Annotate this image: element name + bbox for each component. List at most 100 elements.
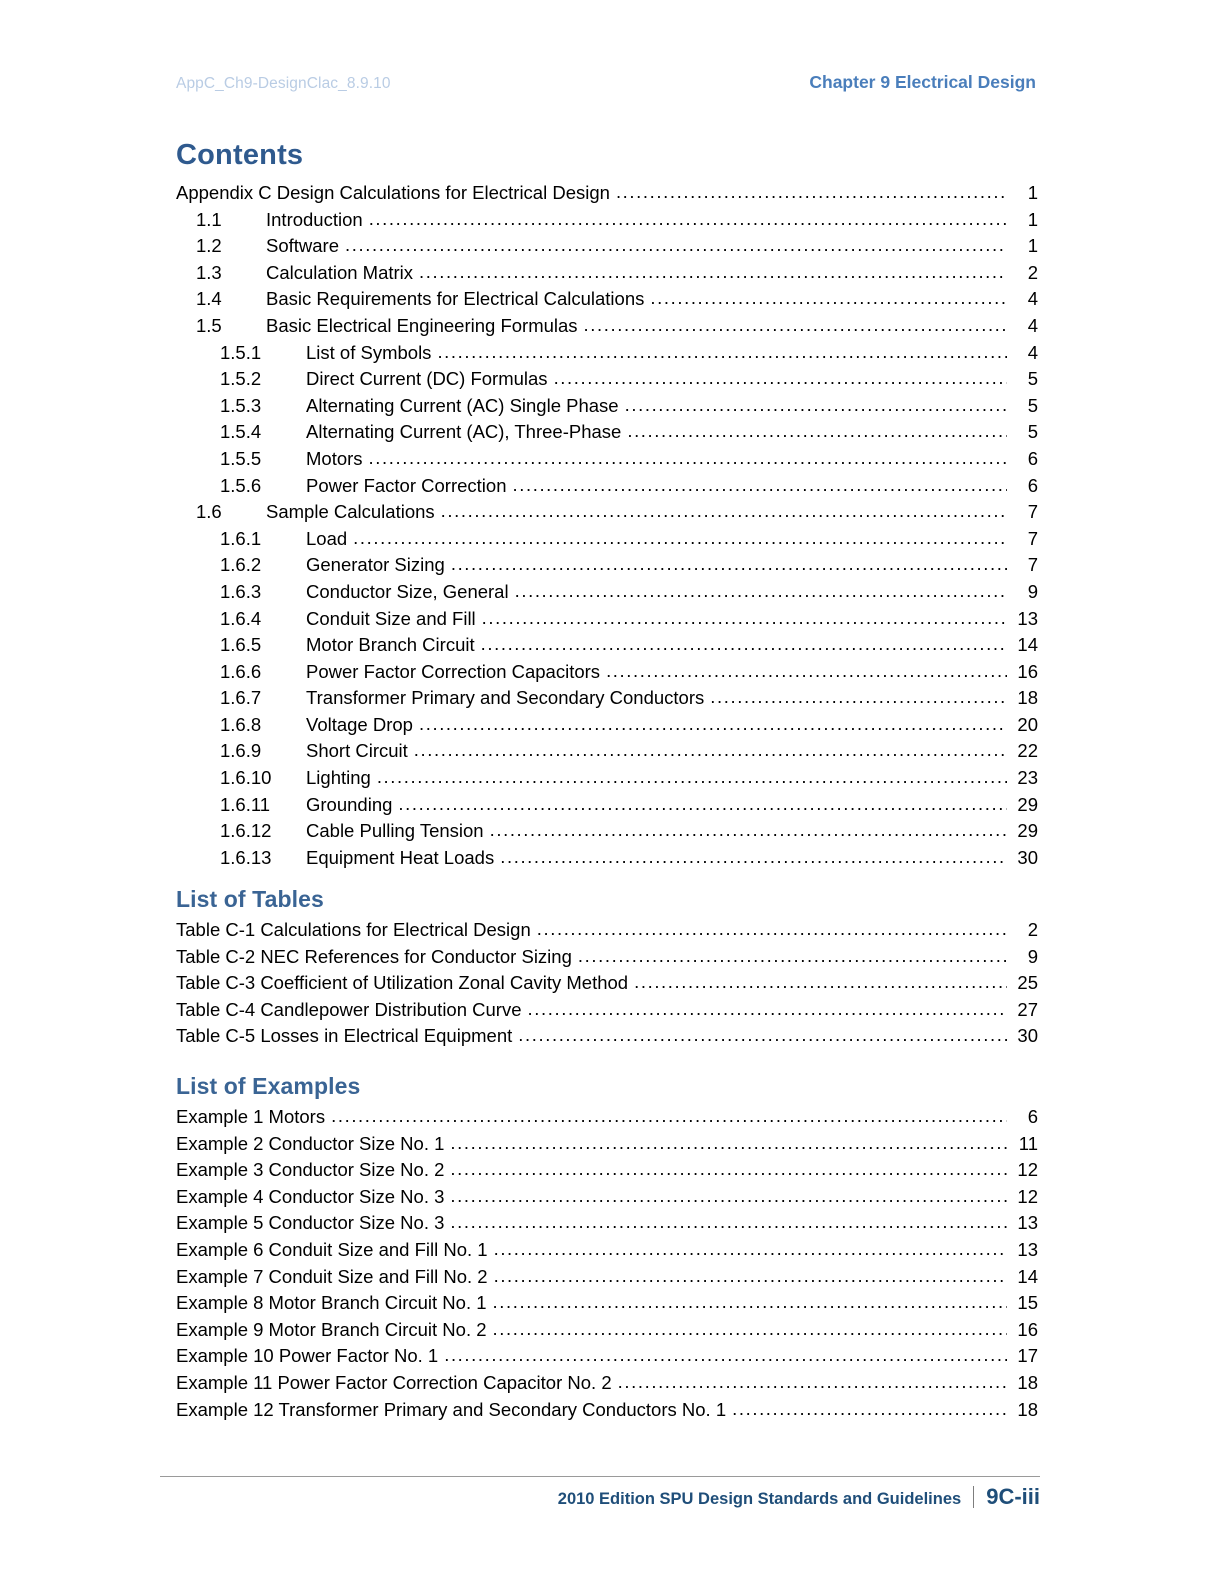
toc-leader-dots: ........................................…	[419, 260, 1007, 282]
toc-entry[interactable]: 1.5.4 Alternating Current (AC), Three-Pha…	[176, 419, 1038, 446]
toc-entry[interactable]: Table C-5 Losses in Electrical Equipment…	[176, 1023, 1038, 1050]
toc-leader-dots: ........................................…	[493, 1237, 1007, 1259]
toc-entry[interactable]: 1.6.7 Transformer Primary and Secondary C…	[176, 685, 1038, 712]
toc-entry-page-number: 29	[1017, 793, 1038, 815]
toc-entry-page-number: 9	[1027, 945, 1038, 967]
toc-entry[interactable]: 1.4 Basic Requirements for Electrical Cal…	[176, 286, 1038, 313]
toc-leader-dots: ........................................…	[450, 553, 1007, 575]
toc-entry[interactable]: 1.6.3 Conductor Size, General............…	[176, 579, 1038, 606]
toc-entry[interactable]: Example 1 Motors........................…	[176, 1104, 1038, 1131]
toc-contents-list: Appendix C Design Calculations for Elect…	[176, 180, 1038, 871]
toc-entry[interactable]: 1.6.13 Equipment Heat Loads..............…	[176, 845, 1038, 872]
toc-entry[interactable]: 1.6.6 Power Factor Correction Capacitors.…	[176, 659, 1038, 686]
toc-entry-page-number: 9	[1027, 580, 1038, 602]
toc-entry-page-number: 7	[1027, 527, 1038, 549]
toc-entry-page-number: 25	[1017, 972, 1038, 994]
toc-entry-number: 1.6.3	[220, 580, 262, 602]
toc-entry-page-number: 5	[1027, 421, 1038, 443]
toc-entry[interactable]: Example 9 Motor Branch Circuit No. 2....…	[176, 1317, 1038, 1344]
toc-entry-page-number: 12	[1017, 1159, 1038, 1181]
toc-leader-dots: ........................................…	[480, 633, 1007, 655]
toc-entry[interactable]: Example 3 Conductor Size No. 2..........…	[176, 1157, 1038, 1184]
toc-examples-list: Example 1 Motors........................…	[176, 1104, 1038, 1423]
toc-entry[interactable]: Table C-4 Candlepower Distribution Curve…	[176, 997, 1038, 1024]
toc-leader-dots: ........................................…	[437, 340, 1007, 362]
toc-entry[interactable]: 1.6 Sample Calculations..................…	[176, 499, 1038, 526]
toc-entry-title: Power Factor Correction Capacitors	[306, 660, 601, 682]
toc-leader-dots: ........................................…	[493, 1264, 1007, 1286]
toc-entry[interactable]: Example 12 Transformer Primary and Secon…	[176, 1397, 1038, 1424]
toc-entry[interactable]: 1.5.1 List of Symbols....................…	[176, 340, 1038, 367]
toc-entry[interactable]: Example 11 Power Factor Correction Capac…	[176, 1370, 1038, 1397]
toc-entry-page-number: 27	[1017, 998, 1038, 1020]
toc-entry[interactable]: Example 6 Conduit Size and Fill No. 1...…	[176, 1237, 1038, 1264]
toc-entry[interactable]: 1.6.4 Conduit Size and Fill..............…	[176, 606, 1038, 633]
toc-entry-title: Load	[306, 527, 348, 549]
toc-entry-number: 1.6.11	[220, 793, 271, 815]
toc-entry[interactable]: Example 2 Conductor Size No. 1..........…	[176, 1131, 1038, 1158]
toc-entry-number: 1.2	[196, 235, 222, 257]
toc-entry-number: 1.3	[196, 261, 222, 283]
toc-entry-title: Short Circuit	[306, 740, 408, 762]
toc-entry[interactable]: 1.5.3 Alternating Current (AC) Single Pha…	[176, 393, 1038, 420]
toc-entry-page-number: 30	[1017, 846, 1038, 868]
toc-entry-page-number: 13	[1017, 1212, 1038, 1234]
toc-entry[interactable]: 1.5.6 Power Factor Correction............…	[176, 473, 1038, 500]
toc-entry-title: Conductor Size, General	[306, 580, 509, 602]
toc-entry-page-number: 2	[1027, 919, 1038, 940]
toc-entry-page-number: 20	[1017, 713, 1038, 735]
toc-entry[interactable]: 1.5 Basic Electrical Engineering Formulas…	[176, 313, 1038, 340]
toc-entry-number: 1.6.5	[220, 634, 262, 656]
toc-entry-number: 1.6.10	[220, 767, 272, 789]
toc-entry-page-number: 12	[1017, 1185, 1038, 1207]
toc-entry-number: 1.6.7	[220, 687, 262, 709]
toc-leader-dots: ........................................…	[376, 766, 1007, 788]
toc-entry[interactable]: 1.6.1 Load...............................…	[176, 526, 1038, 553]
toc-entry[interactable]: Appendix C Design Calculations for Elect…	[176, 180, 1038, 207]
toc-entry-number: 1.6.13	[220, 846, 272, 868]
toc-entry[interactable]: 1.5.2 Direct Current (DC) Formulas.......…	[176, 366, 1038, 393]
toc-entry[interactable]: 1.6.12 Cable Pulling Tension.............…	[176, 818, 1038, 845]
toc-entry-title: Example 11 Power Factor Correction Capac…	[176, 1371, 612, 1393]
toc-entry[interactable]: 1.6.9 Short Circuit......................…	[176, 738, 1038, 765]
toc-entry[interactable]: Example 7 Conduit Size and Fill No. 2...…	[176, 1264, 1038, 1291]
toc-entry-page-number: 4	[1027, 288, 1038, 310]
toc-entry[interactable]: Example 10 Power Factor No. 1...........…	[176, 1343, 1038, 1370]
toc-entry[interactable]: 1.1 Introduction.........................…	[176, 207, 1038, 234]
toc-entry[interactable]: 1.6.10 Lighting..........................…	[176, 765, 1038, 792]
toc-entry[interactable]: Example 4 Conductor Size No. 3..........…	[176, 1184, 1038, 1211]
toc-entry-title: Generator Sizing	[306, 554, 445, 576]
toc-entry[interactable]: 1.3 Calculation Matrix...................…	[176, 260, 1038, 287]
toc-leader-dots: ........................................…	[624, 393, 1007, 415]
toc-entry-number: 1.6.6	[220, 660, 262, 682]
toc-entry[interactable]: 1.2 Software.............................…	[176, 233, 1038, 260]
page-footer: 2010 Edition SPU Design Standards and Gu…	[160, 1476, 1040, 1510]
toc-entry-title: Motors	[306, 447, 363, 469]
toc-entry-number: 1.6.12	[220, 820, 272, 842]
toc-entry[interactable]: Table C-2 NEC References for Conductor S…	[176, 944, 1038, 971]
toc-entry[interactable]: 1.6.2 Generator Sizing...................…	[176, 552, 1038, 579]
toc-entry[interactable]: 1.6.11 Grounding.........................…	[176, 792, 1038, 819]
toc-entry-number: 1.6.9	[220, 740, 262, 762]
toc-entry-title: Example 6 Conduit Size and Fill No. 1	[176, 1238, 488, 1260]
toc-entry[interactable]: Example 5 Conductor Size No. 3..........…	[176, 1210, 1038, 1237]
toc-entry[interactable]: 1.6.5 Motor Branch Circuit...............…	[176, 632, 1038, 659]
toc-entry-title: Grounding	[306, 793, 393, 815]
toc-entry[interactable]: Table C-1 Calculations for Electrical De…	[176, 917, 1038, 944]
toc-entry-title: Example 1 Motors	[176, 1106, 326, 1127]
toc-entry-page-number: 6	[1027, 447, 1038, 469]
toc-leader-dots: ........................................…	[514, 579, 1007, 601]
toc-entry-number: 1.6.2	[220, 554, 262, 576]
toc-leader-dots: ........................................…	[368, 446, 1007, 468]
toc-leader-dots: ........................................…	[444, 1344, 1007, 1366]
toc-leader-dots: ........................................…	[331, 1105, 1007, 1126]
toc-leader-dots: ........................................…	[450, 1131, 1007, 1153]
toc-entry[interactable]: Table C-3 Coefficient of Utilization Zon…	[176, 970, 1038, 997]
toc-entry-title: Alternating Current (AC) Single Phase	[306, 394, 619, 416]
toc-entry-title: Table C-2 NEC References for Conductor S…	[176, 945, 572, 967]
toc-tables-section: List of Tables Table C-1 Calculations fo…	[176, 886, 1038, 1050]
toc-entry[interactable]: 1.6.8 Voltage Drop.......................…	[176, 712, 1038, 739]
toc-entry[interactable]: Example 8 Motor Branch Circuit No. 1....…	[176, 1290, 1038, 1317]
toc-entry-title: Basic Requirements for Electrical Calcul…	[266, 288, 645, 310]
toc-entry[interactable]: 1.5.5 Motors.............................…	[176, 446, 1038, 473]
